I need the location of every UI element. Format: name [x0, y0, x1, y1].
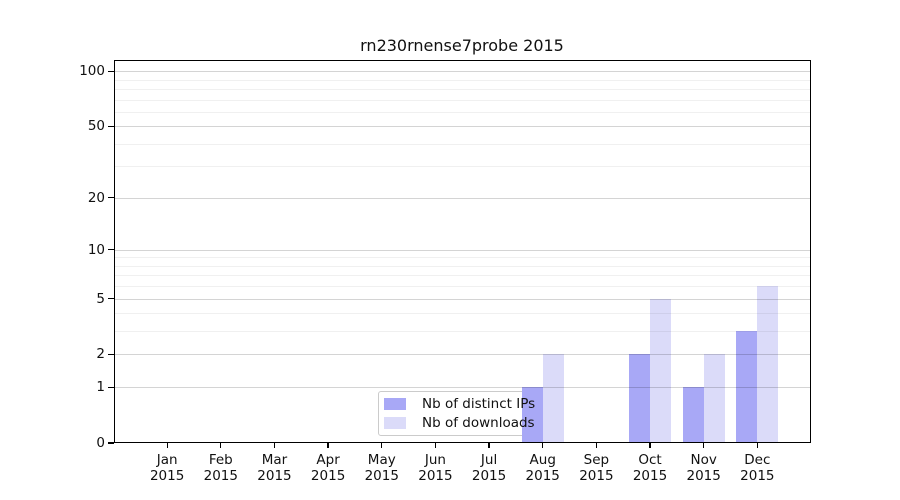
x-tick-mark: [167, 443, 168, 448]
gridline-minor: [114, 257, 812, 258]
legend-label-downloads: Nb of downloads: [422, 415, 535, 431]
bar-distinct-ips-nov: [683, 387, 704, 443]
gridline-minor: [114, 144, 812, 145]
x-tick-mark: [542, 443, 543, 448]
gridline-minor: [114, 266, 812, 267]
y-tick-mark: [108, 249, 114, 250]
gridline-minor: [114, 112, 812, 113]
x-tick-mark: [703, 443, 704, 448]
y-tick-mark: [108, 387, 114, 388]
x-tick-mark: [327, 443, 328, 448]
y-tick-label: 5: [0, 291, 105, 307]
legend-label-distinct-ips: Nb of distinct IPs: [422, 396, 535, 412]
bar-downloads-dec: [757, 286, 778, 443]
y-tick-label: 10: [0, 242, 105, 258]
chart-figure: rn230rnense7probe 2015 0125102050100Jan2…: [0, 0, 900, 500]
x-tick-mark: [435, 443, 436, 448]
x-tick-mark: [596, 443, 597, 448]
chart-title: rn230rnense7probe 2015: [113, 36, 811, 55]
gridline-minor: [114, 275, 812, 276]
legend-swatch-downloads: [384, 417, 406, 429]
gridline-major: [114, 250, 812, 251]
gridline-minor: [114, 89, 812, 90]
legend-item-distinct-ips: Nb of distinct IPs: [384, 398, 545, 411]
gridline-major: [114, 71, 812, 72]
gridline-minor: [114, 313, 812, 314]
gridline-major: [114, 126, 812, 127]
y-tick-mark: [108, 71, 114, 72]
gridline-major: [114, 354, 812, 355]
gridline-minor: [114, 166, 812, 167]
gridline-major: [114, 198, 812, 199]
y-tick-mark: [108, 442, 114, 443]
legend: Nb of distinct IPs Nb of downloads: [378, 391, 545, 436]
bar-downloads-nov: [704, 354, 725, 443]
y-tick-mark: [108, 298, 114, 299]
x-tick-year: 2015: [712, 469, 802, 485]
gridline-minor: [114, 331, 812, 332]
y-tick-label: 0: [0, 435, 105, 451]
bar-distinct-ips-oct: [629, 354, 650, 443]
x-tick-mark: [757, 443, 758, 448]
bar-downloads-aug: [543, 354, 564, 443]
y-tick-mark: [108, 126, 114, 127]
x-tick-month: Dec: [712, 453, 802, 469]
x-tick-mark: [381, 443, 382, 448]
x-tick-mark: [220, 443, 221, 448]
x-tick-mark: [488, 443, 489, 448]
y-tick-label: 1: [0, 379, 105, 395]
gridline-major: [114, 387, 812, 388]
gridline-major: [114, 299, 812, 300]
y-tick-label: 100: [0, 63, 105, 79]
y-tick-mark: [108, 354, 114, 355]
x-tick-mark: [649, 443, 650, 448]
bar-downloads-oct: [650, 299, 671, 443]
gridline-minor: [114, 80, 812, 81]
x-tick-label: Dec2015: [712, 453, 802, 484]
y-tick-label: 50: [0, 118, 105, 134]
y-tick-mark: [108, 197, 114, 198]
y-tick-label: 20: [0, 190, 105, 206]
y-tick-label: 2: [0, 346, 105, 362]
x-tick-mark: [274, 443, 275, 448]
legend-item-downloads: Nb of downloads: [384, 417, 545, 430]
gridline-minor: [114, 286, 812, 287]
legend-swatch-distinct-ips: [384, 398, 406, 410]
gridline-minor: [114, 100, 812, 101]
